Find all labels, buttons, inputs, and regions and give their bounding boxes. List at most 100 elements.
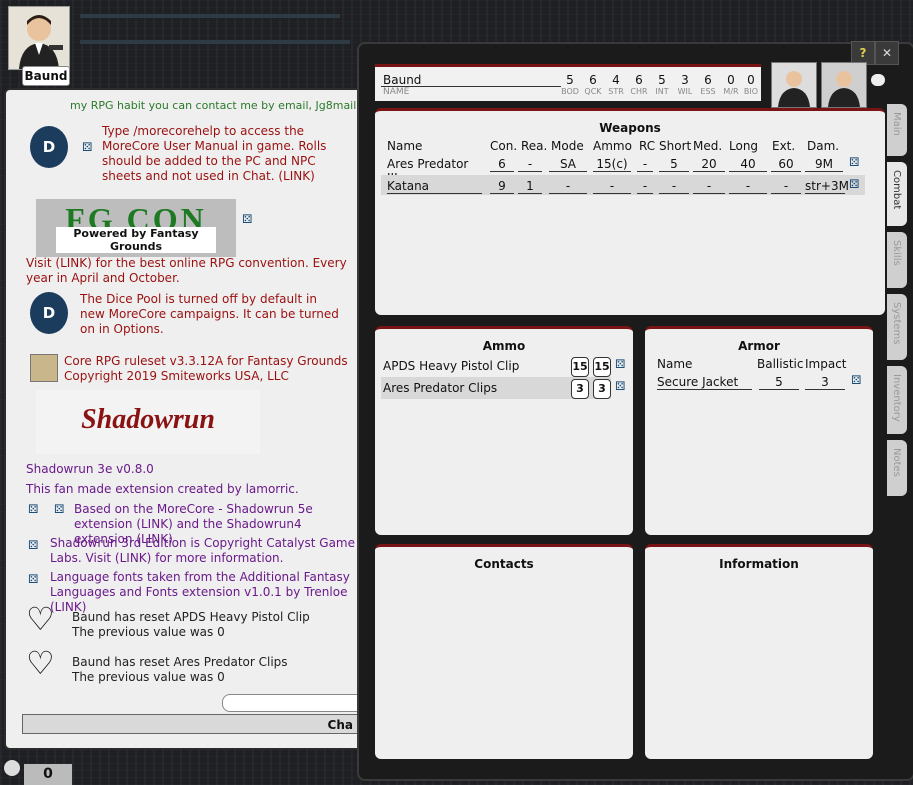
- col-impact: Impact: [805, 357, 847, 371]
- chat-log[interactable]: my RPG habit you can contact me by email…: [16, 100, 356, 700]
- weapon-long[interactable]: -: [729, 179, 767, 194]
- stat-int[interactable]: 5: [651, 73, 673, 87]
- weapon-rea[interactable]: -: [518, 157, 542, 172]
- tab-skills[interactable]: Skills: [887, 232, 907, 288]
- weapon-mode[interactable]: -: [549, 179, 587, 194]
- morecore-logo-icon: D: [30, 292, 68, 334]
- tab-inventory[interactable]: Inventory: [887, 366, 907, 434]
- ammo-max[interactable]: 15: [593, 357, 611, 377]
- avatar: [822, 63, 866, 107]
- ammo-panel: Ammo APDS Heavy Pistol Clip 15 15 ⚄ Ares…: [375, 326, 633, 535]
- character-portrait[interactable]: [821, 62, 867, 108]
- chat-entry-cut: my RPG habit you can contact me by email…: [70, 100, 356, 112]
- chat-send-button[interactable]: Cha: [22, 714, 362, 734]
- stat-bod[interactable]: 5: [559, 73, 581, 87]
- chat-input[interactable]: [222, 694, 364, 712]
- stat-wil-caption: WIL: [677, 87, 693, 96]
- col-rc: RC: [639, 139, 656, 153]
- dice-icon[interactable]: ⚄: [28, 502, 38, 516]
- col-ext: Ext.: [772, 139, 796, 153]
- dice-icon[interactable]: ⚄: [82, 140, 92, 154]
- stat-wil[interactable]: 3: [674, 73, 696, 87]
- weapon-name[interactable]: Katana: [387, 179, 482, 194]
- dice-icon[interactable]: ⚄: [615, 379, 625, 393]
- tab-main[interactable]: Main: [887, 104, 907, 156]
- counter-display: 0: [24, 764, 72, 785]
- token-portrait[interactable]: [771, 62, 817, 108]
- dice-icon[interactable]: ⚄: [242, 212, 252, 226]
- weapon-ext[interactable]: -: [771, 179, 801, 194]
- heart-icon: ♡: [26, 644, 55, 682]
- ammo-current[interactable]: 15: [571, 357, 589, 377]
- stat-str-caption: STR: [608, 87, 624, 96]
- col-armor-name: Name: [657, 357, 693, 371]
- weapon-ammo[interactable]: -: [593, 179, 631, 194]
- dice-icon[interactable]: ⚄: [849, 177, 859, 191]
- weapon-con[interactable]: 6: [490, 157, 514, 172]
- weapon-rea[interactable]: 1: [518, 179, 542, 194]
- tab-combat[interactable]: Combat: [887, 162, 907, 226]
- col-mode: Mode: [551, 139, 584, 153]
- close-button[interactable]: ✕: [875, 41, 899, 65]
- armor-ballistic[interactable]: 5: [759, 375, 799, 390]
- stat-mr[interactable]: 0: [720, 73, 742, 87]
- col-short: Short: [659, 139, 692, 153]
- chat-entry-copyright: Shadowrun 3rd Edition is Copyright Catal…: [50, 536, 356, 565]
- player-portrait[interactable]: [8, 6, 70, 70]
- weapon-ext[interactable]: 60: [771, 157, 801, 172]
- ammo-name[interactable]: Ares Predator Clips: [383, 381, 497, 395]
- dice-icon[interactable]: ⚄: [615, 357, 625, 371]
- stat-qck[interactable]: 6: [582, 73, 604, 87]
- stat-bio[interactable]: 0: [740, 73, 762, 87]
- armor-panel: Armor Name Ballistic Impact Secure Jacke…: [645, 326, 873, 535]
- chat-entry-dice-pool: The Dice Pool is turned off by default i…: [80, 292, 339, 336]
- col-dam: Dam.: [807, 139, 840, 153]
- weapon-long[interactable]: 40: [729, 157, 767, 172]
- stat-qck-caption: QCK: [584, 87, 602, 96]
- gear-icon[interactable]: [4, 760, 20, 776]
- circuit-decoration: [80, 40, 350, 44]
- weapon-rc[interactable]: -: [637, 157, 653, 172]
- weapon-con[interactable]: 9: [490, 179, 514, 194]
- weapon-dam[interactable]: str+3M: [805, 179, 849, 194]
- dice-icon[interactable]: ⚄: [28, 572, 38, 586]
- speech-bubble-icon[interactable]: [871, 74, 885, 86]
- list-item[interactable]: Ares Predator Clips 3 3: [381, 377, 611, 399]
- tab-notes[interactable]: Notes: [887, 440, 907, 496]
- dice-icon[interactable]: ⚄: [849, 155, 859, 169]
- armor-impact[interactable]: 3: [805, 375, 845, 390]
- weapon-ammo[interactable]: 15(c): [593, 157, 631, 172]
- avatar: [772, 63, 816, 107]
- dice-icon[interactable]: ⚄: [851, 373, 861, 387]
- weapon-rc[interactable]: -: [637, 179, 653, 194]
- dice-icon[interactable]: ⚄: [28, 538, 38, 552]
- stat-str[interactable]: 4: [605, 73, 627, 87]
- information-title: Information: [719, 557, 799, 571]
- weapon-short[interactable]: 5: [659, 157, 689, 172]
- character-header: Baund NAME 5 BOD 6 QCK 4 STR 6 CHR 5 INT…: [375, 64, 761, 101]
- col-med: Med.: [693, 139, 723, 153]
- stat-chr[interactable]: 6: [628, 73, 650, 87]
- ammo-name[interactable]: APDS Heavy Pistol Clip: [383, 359, 519, 373]
- weapon-dam[interactable]: 9M: [805, 157, 843, 172]
- armor-name[interactable]: Secure Jacket: [657, 375, 752, 390]
- stat-bio-caption: BIO: [743, 87, 759, 96]
- information-panel: Information: [645, 544, 873, 759]
- weapon-short[interactable]: -: [659, 179, 689, 194]
- ruleset-icon: [30, 354, 58, 382]
- ammo-max[interactable]: 3: [593, 379, 611, 399]
- name-field[interactable]: Baund: [383, 73, 421, 87]
- tab-systems[interactable]: Systems: [887, 294, 907, 360]
- avatar: [9, 7, 69, 69]
- table-row[interactable]: Katana 9 1 - - - - - - - str+3M ⚄: [381, 175, 865, 195]
- weapons-title: Weapons: [599, 121, 661, 135]
- weapon-med[interactable]: 20: [693, 157, 725, 172]
- weapon-mode[interactable]: SA: [549, 157, 587, 172]
- weapon-med[interactable]: -: [693, 179, 725, 194]
- chat-entry-morecore-help: Type /morecorehelp to access the MoreCor…: [102, 124, 327, 183]
- col-rea: Rea.: [521, 139, 548, 153]
- dice-icon[interactable]: ⚄: [54, 502, 64, 516]
- stat-ess[interactable]: 6: [697, 73, 719, 87]
- morecore-logo-icon: D: [30, 126, 68, 168]
- ammo-current[interactable]: 3: [571, 379, 589, 399]
